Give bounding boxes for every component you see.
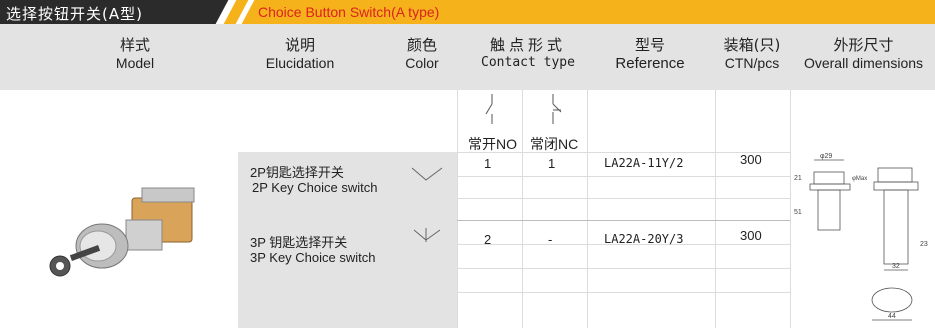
header-dimensions: 外形尺寸 Overall dimensions — [803, 36, 924, 71]
key-switch-product-image — [49, 187, 195, 277]
svg-text:32: 32 — [892, 263, 900, 270]
header-model: 样式 Model — [115, 36, 155, 71]
svg-text:φ29: φ29 — [820, 153, 832, 160]
row2-no-count: 2 — [484, 232, 492, 247]
svg-text:44: 44 — [888, 313, 896, 320]
contact-nc-label: 常闭NC — [530, 136, 579, 152]
row2-reference: LA22A-20Y/3 — [604, 232, 684, 246]
row1-ctn: 300 — [740, 152, 762, 167]
no-contact-symbol-icon — [485, 94, 493, 124]
svg-text:φMax: φMax — [852, 176, 867, 182]
overall-dimensions-drawing: φ29 21 φMax 51 23 32 44 — [794, 153, 928, 321]
two-position-symbol-icon — [411, 167, 443, 181]
svg-text:51: 51 — [794, 209, 802, 216]
header-contact: 触点形式 Contact type — [481, 36, 575, 70]
header-color: 颜色 Color — [405, 36, 439, 71]
section-title-cn: 选择按钮开关(A型) — [6, 5, 143, 23]
row1-nc-count: 1 — [548, 156, 556, 171]
header-ctn: 装箱(只) CTN/pcs — [723, 36, 781, 71]
contact-no-label: 常开NO — [468, 136, 517, 152]
svg-text:21: 21 — [794, 175, 802, 182]
row1-description: 2P钥匙选择开关 2P Key Choice switch — [250, 165, 378, 195]
section-title-en: Choice Button Switch(A type) — [258, 4, 440, 20]
grid-line — [457, 292, 790, 293]
row2-ctn: 300 — [740, 228, 762, 243]
row2-description: 3P 钥匙选择开关 3P Key Choice switch — [250, 235, 376, 265]
header-reference: 型号 Reference — [615, 36, 685, 72]
three-position-symbol-icon — [413, 228, 441, 242]
header-elucidation: 说明 Elucidation — [265, 36, 335, 71]
row1-no-count: 1 — [484, 156, 492, 171]
row1-reference: LA22A-11Y/2 — [604, 156, 684, 170]
nc-contact-symbol-icon — [552, 94, 562, 124]
row2-nc-count: - — [548, 232, 553, 247]
grid-line — [457, 198, 790, 199]
grid-line — [457, 268, 790, 269]
grid-line — [457, 176, 790, 177]
svg-text:23: 23 — [920, 241, 928, 248]
grid-line — [790, 90, 791, 328]
